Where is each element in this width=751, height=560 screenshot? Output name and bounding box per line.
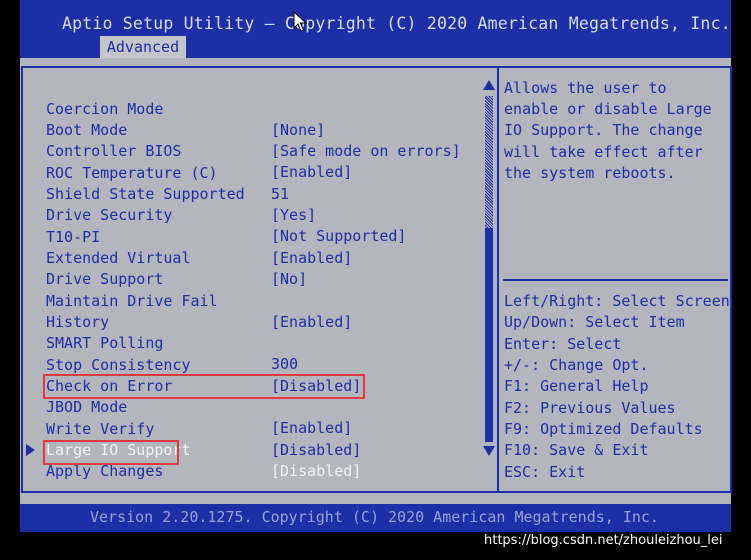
key-help-line: ESC: Exit [504,463,586,481]
key-help-line: F10: Save & Exit [504,441,649,459]
setting-label: Write Verify [46,420,155,438]
utility-title: Aptio Setup Utility – Copyright (C) 2020… [62,14,731,33]
highlight-box-apply [43,440,179,465]
scroll-up-arrow-icon[interactable] [483,80,495,90]
setting-row-stop-consistency-cont: Check on Error [0,355,172,395]
setting-label: Extended Virtual [46,249,191,267]
setting-row-jbod-mode[interactable]: JBOD Mode [Enabled] [0,376,352,437]
key-help-line: +/-: Change Opt. [504,356,649,374]
setting-value[interactable]: [None] [271,120,325,141]
setting-row-boot-mode[interactable]: Boot Mode [Safe mode on errors] [0,99,461,160]
tab-advanced[interactable]: Advanced [100,36,186,58]
setting-label: Coercion Mode [46,100,164,118]
key-help-line: F9: Optimized Defaults [504,420,703,438]
setting-row-drive-security[interactable]: Drive Security [Not Supported] [0,184,406,245]
setting-label: Drive Security [46,206,173,224]
help-description-line: the system reboots. [504,164,676,182]
setting-value[interactable]: 300 [271,354,298,375]
setting-value[interactable]: [Enabled] [271,162,352,183]
help-description-line: enable or disable Large [504,100,712,118]
setting-row-extended-virtual[interactable]: Extended Virtual [No] [0,227,307,288]
setting-value[interactable]: [Not Supported] [271,226,406,247]
panel-divider [497,66,499,493]
setting-value[interactable]: [Yes] [271,205,316,226]
setting-row-t10-pi[interactable]: T10-PI [Enabled] [0,206,352,267]
version-text: Version 2.20.1275. Copyright (C) 2020 Am… [90,508,659,526]
setting-label: Stop Consistency [46,356,191,374]
menu-item-apply-changes[interactable]: Apply Changes [0,440,163,480]
setting-row-write-verify[interactable]: Write Verify [Disabled] [0,398,361,459]
setting-value[interactable]: [Disabled] [271,461,361,482]
setting-row-coercion-mode[interactable]: Coercion Mode [None] [0,78,325,139]
help-description-line: will take effect after [504,143,703,161]
key-help-line: F2: Previous Values [504,399,676,417]
setting-value[interactable]: [Enabled] [271,312,352,333]
setting-label: T10-PI [46,228,101,246]
help-separator [503,279,728,281]
setting-value[interactable]: [Enabled] [271,248,352,269]
setting-row-stop-consistency[interactable]: Stop Consistency [Disabled] [0,334,361,395]
setting-label: History [46,313,110,331]
setting-row-maintain-drive-fail[interactable]: Maintain Drive Fail [Enabled] [0,270,352,331]
setting-row-extended-virtual-cont: Drive Support [0,248,163,288]
setting-row-roc-temperature: ROC Temperature (C) 51 [0,142,289,203]
setting-label: JBOD Mode [46,398,128,416]
highlight-box-jbod [43,374,365,399]
key-help-line: Up/Down: Select Item [504,313,685,331]
setting-label: ROC Temperature (C) [46,164,218,182]
scrollbar-thumb[interactable] [485,228,493,442]
help-description-line: Allows the user to [504,79,667,97]
setting-row-large-io-support[interactable]: Large IO Support [Disabled] [0,419,361,480]
setting-row-shield-state[interactable]: Shield State Supported [Yes] [0,163,316,224]
setting-value[interactable]: [No] [271,269,307,290]
setting-row-smart-polling[interactable]: SMART Polling 300 [0,312,298,373]
setting-row-maintain-drive-fail-cont: History [0,291,109,331]
key-help-line: Enter: Select [504,335,622,353]
setting-value[interactable]: [Safe mode on errors] [271,141,461,162]
watermark-url: https://blog.csdn.net/zhouleizhou_lei [484,533,723,548]
bios-screen: Aptio Setup Utility – Copyright (C) 2020… [0,0,751,560]
setting-label: SMART Polling [46,334,164,352]
mouse-pointer-icon [293,11,307,32]
setting-label: Boot Mode [46,121,128,139]
setting-label: Controller BIOS [46,142,182,160]
setting-label: Drive Support [46,270,164,288]
setting-value[interactable]: [Enabled] [271,418,352,439]
scroll-down-arrow-icon[interactable] [483,446,495,456]
setting-row-controller-bios[interactable]: Controller BIOS [Enabled] [0,120,352,181]
key-help-line: Left/Right: Select Screen [504,292,730,310]
help-description-line: IO Support. The change [504,121,703,139]
setting-label: Maintain Drive Fail [46,292,218,310]
setting-label: Shield State Supported [46,185,245,203]
setting-value: 51 [271,185,290,203]
setting-value[interactable]: [Disabled] [271,440,361,461]
key-help-line: F1: General Help [504,377,649,395]
